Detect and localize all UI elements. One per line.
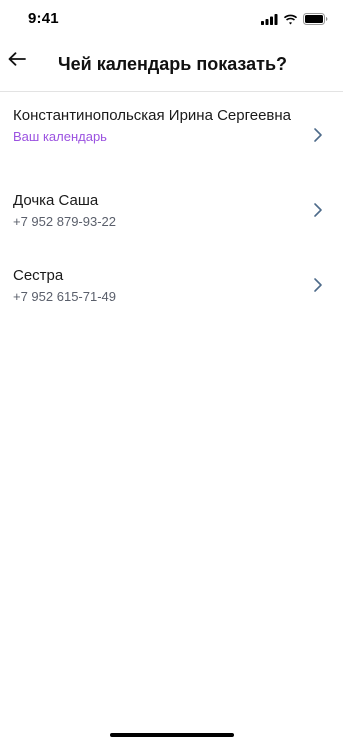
battery-icon — [303, 12, 328, 30]
calendar-item-text: Сестра +7 952 615-71-49 — [13, 267, 298, 305]
page-title: Чей календарь показать? — [58, 54, 288, 74]
calendar-owner-name: Константинопольская Ирина Сергеевна — [13, 107, 292, 124]
calendar-item-own[interactable]: Константинопольская Ирина Сергеевна Ваш … — [0, 92, 343, 180]
status-icons — [261, 12, 328, 30]
chevron-right-icon — [313, 202, 323, 218]
status-bar: 9:41 — [0, 0, 343, 36]
calendar-subtitle: Ваш календарь — [13, 129, 107, 144]
home-indicator — [109, 733, 234, 737]
calendar-phone: +7 952 879-93-22 — [13, 214, 117, 229]
wifi-icon — [283, 12, 298, 30]
calendar-item-text: Дочка Саша +7 952 879-93-22 — [13, 192, 298, 230]
calendar-item-daughter[interactable]: Дочка Саша +7 952 879-93-22 — [0, 180, 343, 255]
back-button[interactable] — [6, 50, 28, 72]
arrow-left-icon — [8, 51, 26, 71]
header: Чей календарь показать? — [0, 36, 343, 92]
signal-icon — [261, 12, 278, 30]
chevron-right-icon — [313, 277, 323, 293]
calendar-owner-name: Дочка Саша — [13, 192, 99, 209]
chevron-right-icon — [313, 127, 323, 143]
calendar-item-sister[interactable]: Сестра +7 952 615-71-49 — [0, 255, 343, 330]
status-time: 9:41 — [28, 10, 59, 27]
calendar-item-text: Константинопольская Ирина Сергеевна Ваш … — [13, 107, 298, 145]
calendar-owner-name: Сестра — [13, 267, 64, 284]
calendar-list: Константинопольская Ирина Сергеевна Ваш … — [0, 92, 343, 330]
calendar-phone: +7 952 615-71-49 — [13, 289, 117, 304]
